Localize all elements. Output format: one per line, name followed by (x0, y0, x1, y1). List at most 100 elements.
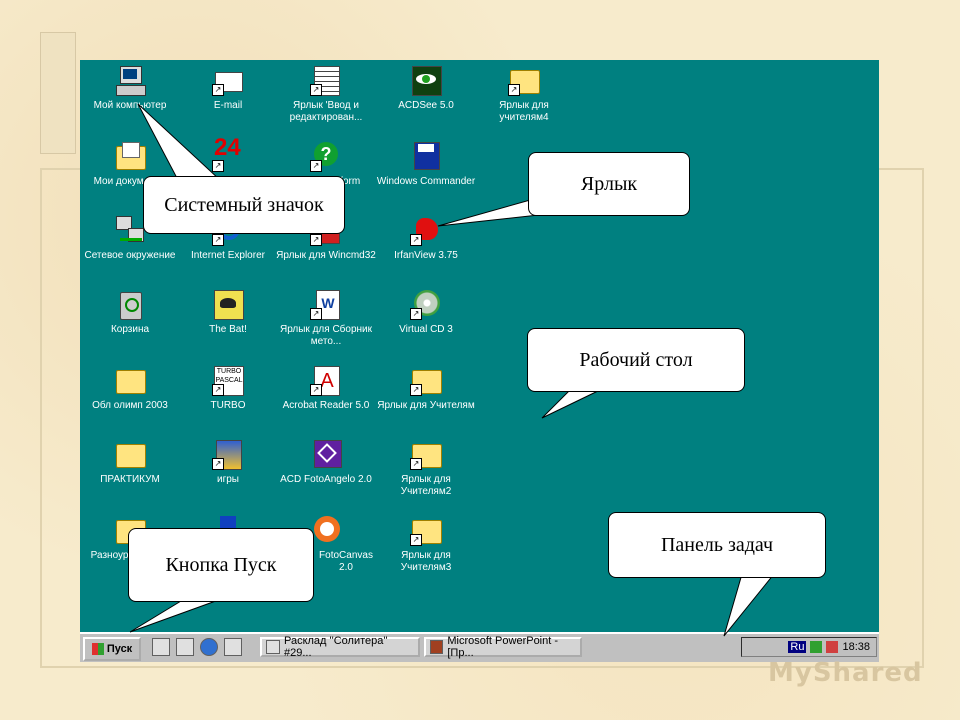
desktop-icon-irfanview[interactable]: ↗ IrfanView 3.75 (376, 214, 476, 262)
icon-label: ACDSee 5.0 (398, 100, 454, 111)
mail-icon: ↗ (212, 64, 244, 96)
callout-desktop: Рабочий стол (527, 328, 745, 392)
icon-label: Сетевое окружение (84, 250, 176, 261)
my-documents-icon (114, 140, 146, 172)
icon-label: Ярлык для Учителям2 (400, 474, 452, 497)
desktop-icon-fotoangelo[interactable]: ACD FotoAngelo 2.0 (276, 438, 376, 486)
icon-label: Ярлык для Учителям3 (400, 550, 452, 573)
start-button-label: Пуск (106, 643, 133, 655)
shortcut-arrow-icon: ↗ (410, 308, 422, 320)
desktop-icon-sbornik[interactable]: W ↗ Ярлык для Сборник мето... (276, 288, 376, 348)
windows-commander-icon (410, 140, 442, 172)
task-label: Расклад ''Солитера'' #29... (283, 635, 388, 659)
desktop-icon-folder-olimp[interactable]: Обл олимп 2003 (80, 364, 180, 412)
ie-icon[interactable] (200, 638, 218, 656)
shortcut-arrow-icon: ↗ (310, 84, 322, 96)
taskbar: Пуск Расклад ''Солитера'' #29... Microso… (80, 632, 879, 662)
system-tray: Ru 18:38 (741, 637, 877, 657)
recycle-bin-icon (114, 288, 146, 320)
icon-label: ACD FotoAngelo 2.0 (280, 474, 372, 485)
quick-launch-icon[interactable] (152, 638, 170, 656)
icon-label: Мой компьютер (93, 100, 167, 111)
taskbar-button-powerpoint[interactable]: Microsoft PowerPoint - [Пр... (424, 635, 582, 659)
desktop-icon-virtual-cd[interactable]: ↗ Virtual CD 3 (376, 288, 476, 336)
acdsee-icon (410, 64, 442, 96)
callout-system-icon: Системный значок (143, 176, 345, 234)
solitaire-icon (266, 640, 280, 654)
desktop-icon-acrobat[interactable]: A ↗ Acrobat Reader 5.0 (276, 364, 376, 412)
language-indicator[interactable]: Ru (788, 641, 807, 653)
program-24-icon: 24 ↗ (212, 134, 241, 172)
shortcut-arrow-icon: ↗ (410, 458, 422, 470)
decorative-bar-top (40, 32, 76, 154)
folder-icon: ↗ (508, 64, 540, 96)
task-label: Microsoft PowerPoint - [Пр... (447, 635, 559, 659)
shortcut-arrow-icon: ↗ (212, 84, 224, 96)
desktop-icon-acdsee[interactable]: ACDSee 5.0 (376, 64, 476, 112)
document-icon: ↗ (310, 64, 342, 96)
powerpoint-icon (430, 640, 444, 654)
word-doc-icon: W ↗ (310, 288, 342, 320)
desktop-icon-windows-commander[interactable]: Windows Commander (376, 140, 476, 188)
shortcut-arrow-icon: ↗ (212, 234, 224, 246)
games-icon: ↗ (212, 438, 244, 470)
desktop-icon-games[interactable]: ↗ игры (178, 438, 278, 486)
icon-label: Ярлык 'Ввод и редактирован... (289, 100, 363, 123)
quick-launch (152, 638, 242, 656)
desktop-icon-24[interactable]: 24 ↗ (178, 134, 278, 176)
icon-label: Ярлык для учителям4 (499, 100, 549, 123)
folder-icon: ↗ (410, 438, 442, 470)
icon-label: Windows Commander (376, 176, 476, 187)
desktop-icon-uchitelyam2[interactable]: ↗ Ярлык для Учителям2 (376, 438, 476, 498)
help-icon: ? ↗ (310, 140, 342, 172)
shortcut-arrow-icon: ↗ (212, 384, 224, 396)
folder-icon: ↗ (410, 514, 442, 546)
desktop-icon-uchitelyam4[interactable]: ↗ Ярлык для учителям4 (474, 64, 574, 124)
desktop-icon-recycle-bin[interactable]: Корзина (80, 288, 180, 336)
desktop-icon-the-bat[interactable]: The Bat! (178, 288, 278, 336)
irfanview-icon: ↗ (410, 214, 442, 246)
icon-label: The Bat! (209, 324, 247, 335)
turbo-pascal-icon: TURBO PASCAL ↗ (212, 364, 244, 396)
shortcut-arrow-icon: ↗ (212, 160, 224, 172)
desktop-icon-folder-praktikum[interactable]: ПРАКТИКУМ (80, 438, 180, 486)
icon-label: Virtual CD 3 (399, 324, 453, 335)
shortcut-arrow-icon: ↗ (310, 160, 322, 172)
tray-icon[interactable] (810, 641, 823, 653)
desktop-icon-vvod[interactable]: ↗ Ярлык 'Ввод и редактирован... (276, 64, 376, 124)
desktop-icon-uchitelyam[interactable]: ↗ Ярлык для Учителям (376, 364, 476, 412)
callout-taskbar: Панель задач (608, 512, 826, 578)
shortcut-arrow-icon: ↗ (410, 384, 422, 396)
shortcut-arrow-icon: ↗ (310, 384, 322, 396)
icon-label: E-mail (213, 100, 243, 111)
desktop-icon-turbo[interactable]: TURBO PASCAL ↗ TURBO (178, 364, 278, 412)
my-computer-icon (114, 64, 146, 96)
icon-label: IrfanView 3.75 (394, 250, 458, 261)
fotoangelo-icon (310, 438, 342, 470)
shortcut-arrow-icon: ↗ (310, 308, 322, 320)
desktop-icon-my-computer[interactable]: Мой компьютер (80, 64, 180, 112)
clock[interactable]: 18:38 (842, 641, 870, 653)
folder-icon: ↗ (410, 364, 442, 396)
desktop-icon-uchitelyam3[interactable]: ↗ Ярлык для Учителям3 (376, 514, 476, 574)
folder-icon (114, 364, 146, 396)
tray-icon[interactable] (826, 641, 839, 653)
shortcut-arrow-icon: ↗ (410, 234, 422, 246)
start-button[interactable]: Пуск (83, 637, 141, 661)
shortcut-arrow-icon: ↗ (310, 234, 322, 246)
thebat-icon (212, 288, 244, 320)
icon-label: Ярлык для Wincmd32 (276, 250, 376, 261)
shortcut-arrow-icon: ↗ (508, 84, 520, 96)
desktop-icon-email[interactable]: ↗ E-mail (178, 64, 278, 112)
icon-label: TURBO (210, 400, 246, 411)
taskbar-button-solitaire[interactable]: Расклад ''Солитера'' #29... (260, 635, 420, 659)
icon-label: ПРАКТИКУМ (100, 474, 160, 485)
quick-launch-icon[interactable] (176, 638, 194, 656)
quick-launch-icon[interactable] (224, 638, 242, 656)
shortcut-arrow-icon: ↗ (212, 458, 224, 470)
fotocanvas-icon (310, 514, 342, 546)
icon-label: Ярлык для Сборник мето... (279, 324, 373, 347)
icon-label: Internet Explorer (191, 250, 265, 261)
icon-label: игры (217, 474, 239, 485)
windows-logo-icon (91, 643, 104, 655)
